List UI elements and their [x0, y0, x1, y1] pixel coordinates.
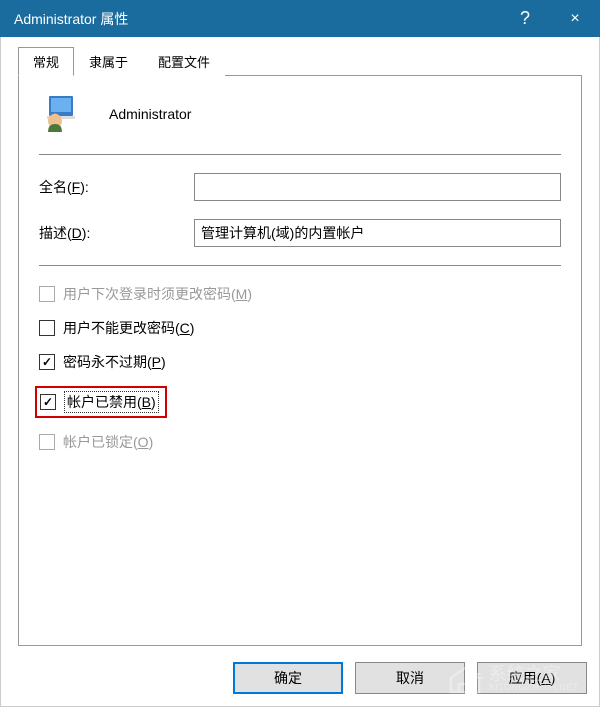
apply-button[interactable]: 应用(A) — [477, 662, 587, 694]
titlebar: Administrator 属性 ? × — [0, 0, 600, 37]
account-header: Administrator — [39, 94, 561, 134]
tab-general[interactable]: 常规 — [18, 47, 74, 76]
description-input[interactable] — [194, 219, 561, 247]
fullname-row: 全名(F): — [39, 173, 561, 201]
checkbox-must-change-password: 用户下次登录时须更改密码(M) — [39, 284, 561, 304]
checkbox-account-disabled[interactable]: 帐户已禁用(B) — [39, 386, 561, 418]
tab-content-general: Administrator 全名(F): 描述(D): 用户下次登录时须更改密码… — [18, 76, 582, 646]
user-icon — [43, 94, 83, 134]
account-name: Administrator — [109, 106, 191, 122]
checkbox-label: 密码永不过期(P) — [63, 352, 166, 372]
checkbox-icon — [39, 286, 55, 302]
checkbox-label: 用户不能更改密码(C) — [63, 318, 194, 338]
checkbox-label: 帐户已锁定(O) — [63, 432, 153, 452]
checkbox-icon-checked — [39, 354, 55, 370]
fullname-label: 全名(F): — [39, 177, 194, 197]
tab-profile[interactable]: 配置文件 — [143, 47, 225, 76]
checkbox-icon — [39, 320, 55, 336]
checkbox-account-locked: 帐户已锁定(O) — [39, 432, 561, 452]
window-body: 常规 隶属于 配置文件 Administrator 全名(F): — [0, 37, 600, 707]
highlight-account-disabled: 帐户已禁用(B) — [35, 386, 167, 418]
fullname-input[interactable] — [194, 173, 561, 201]
description-label: 描述(D): — [39, 223, 194, 243]
tab-member-of[interactable]: 隶属于 — [74, 47, 143, 76]
ok-button[interactable]: 确定 — [233, 662, 343, 694]
divider — [39, 154, 561, 155]
tab-strip: 常规 隶属于 配置文件 — [18, 47, 582, 76]
description-row: 描述(D): — [39, 219, 561, 247]
checkbox-cannot-change-password[interactable]: 用户不能更改密码(C) — [39, 318, 561, 338]
cancel-button[interactable]: 取消 — [355, 662, 465, 694]
window-title: Administrator 属性 — [14, 9, 500, 29]
help-button[interactable]: ? — [500, 0, 550, 37]
checkbox-label: 用户下次登录时须更改密码(M) — [63, 284, 252, 304]
button-row: 确定 取消 应用(A) — [233, 662, 587, 694]
divider-2 — [39, 265, 561, 266]
checkbox-password-never-expires[interactable]: 密码永不过期(P) — [39, 352, 561, 372]
close-button[interactable]: × — [550, 0, 600, 37]
checkbox-icon-checked — [40, 394, 56, 410]
checkbox-icon — [39, 434, 55, 450]
checkbox-label: 帐户已禁用(B) — [64, 391, 159, 413]
